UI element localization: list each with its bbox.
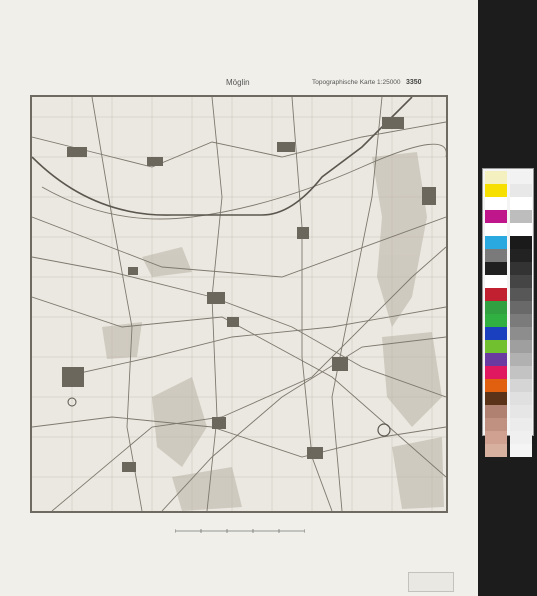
color-patch <box>485 379 507 392</box>
color-patch <box>485 314 507 327</box>
color-patch <box>485 223 507 236</box>
color-patch <box>510 366 532 379</box>
map-drawing <box>32 97 446 511</box>
color-patches <box>485 171 507 457</box>
color-patch <box>510 184 532 197</box>
color-patch <box>485 405 507 418</box>
color-patch <box>485 444 507 457</box>
topographic-map[interactable] <box>30 95 448 513</box>
color-patch <box>485 353 507 366</box>
color-patch <box>510 301 532 314</box>
color-patch <box>485 392 507 405</box>
color-patch <box>510 288 532 301</box>
color-patch <box>485 249 507 262</box>
color-patch <box>510 379 532 392</box>
sheet-place-name: Möglin <box>226 78 250 87</box>
color-patch <box>485 366 507 379</box>
color-patch <box>510 249 532 262</box>
color-patch <box>510 444 532 457</box>
color-patch <box>510 262 532 275</box>
color-patch <box>485 262 507 275</box>
color-patch <box>485 301 507 314</box>
color-patch <box>485 275 507 288</box>
sheet-number: 3350 <box>406 79 422 86</box>
color-patch <box>510 418 532 431</box>
color-patch <box>485 171 507 184</box>
color-patch <box>510 275 532 288</box>
sheet-map-type: Topographische Karte 1:25000 <box>312 79 401 86</box>
color-patch <box>510 210 532 223</box>
color-patch <box>485 288 507 301</box>
color-patch <box>510 236 532 249</box>
color-patch <box>485 210 507 223</box>
color-patch <box>510 171 532 184</box>
color-calibration-bar <box>482 168 534 457</box>
color-patch <box>510 353 532 366</box>
color-patch <box>485 236 507 249</box>
color-patch <box>485 197 507 210</box>
color-patch <box>510 314 532 327</box>
color-patch <box>510 197 532 210</box>
color-patch <box>485 327 507 340</box>
color-patch <box>510 431 532 444</box>
color-patch <box>485 431 507 444</box>
color-patch <box>510 340 532 353</box>
color-patch <box>485 184 507 197</box>
color-patch <box>510 405 532 418</box>
color-patch <box>510 392 532 405</box>
color-patch <box>485 418 507 431</box>
grayscale-patches <box>510 171 532 457</box>
archive-stamp <box>408 572 454 592</box>
color-patch <box>510 223 532 236</box>
scale-bar <box>175 529 305 533</box>
color-patch <box>485 340 507 353</box>
color-patch <box>510 327 532 340</box>
